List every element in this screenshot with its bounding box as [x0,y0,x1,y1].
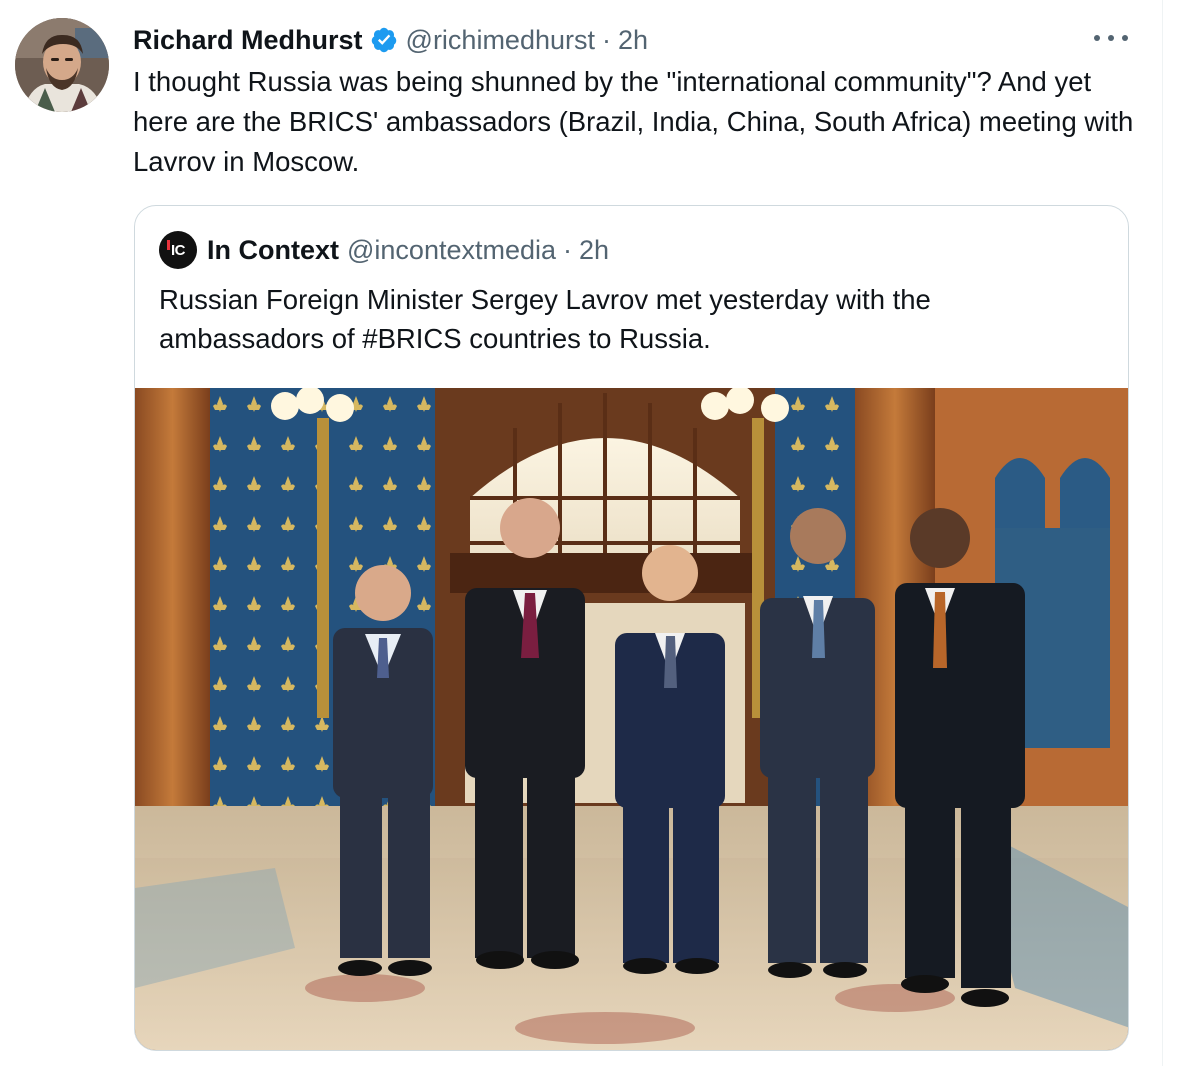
tweet[interactable]: Richard Medhurst @richimedhurst · 2h I t… [0,0,1162,1066]
quoted-author-handle[interactable]: @incontextmedia [347,235,556,266]
quoted-tweet-timestamp[interactable]: 2h [579,235,609,266]
header-separator: · [602,24,611,55]
quoted-avatar-logo: IC [171,241,186,259]
author-name[interactable]: Richard Medhurst [133,25,363,56]
verified-badge-icon [370,26,398,54]
timeline-divider [1162,0,1163,1066]
quoted-author-avatar[interactable]: IC [159,231,197,269]
quoted-tweet[interactable]: IC In Context @incontextmedia · 2h Russi… [134,205,1129,1051]
author-avatar[interactable] [15,18,109,112]
quoted-header-separator: · [563,234,573,265]
tweet-timestamp[interactable]: 2h [618,25,648,56]
more-options-icon[interactable] [1094,28,1128,48]
tweet-text: I thought Russia was being shunned by th… [133,66,1134,177]
tweet-header: Richard Medhurst @richimedhurst · 2h [133,20,648,60]
author-handle[interactable]: @richimedhurst [406,25,595,56]
quoted-tweet-text: Russian Foreign Minister Sergey Lavrov m… [159,284,931,354]
quoted-tweet-header: IC In Context @incontextmedia · 2h [159,231,609,269]
quoted-tweet-photo[interactable] [135,386,1128,1050]
quoted-author-name[interactable]: In Context [207,235,339,266]
